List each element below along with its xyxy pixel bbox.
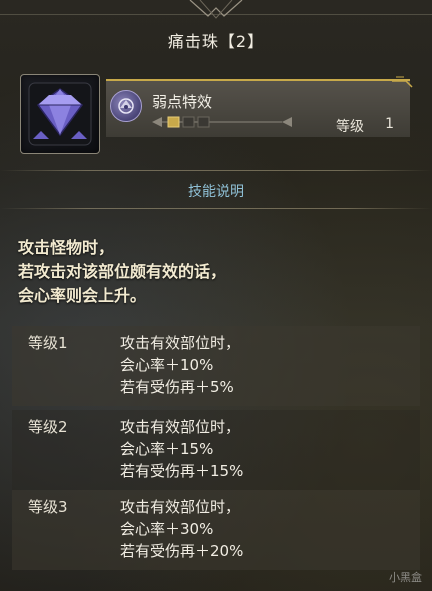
watermark: 小黑盒 — [389, 571, 422, 584]
level-effect-line: 攻击有效部位时， — [120, 498, 241, 516]
level-effect: 攻击有效部位时， 会心率＋10% 若有受伤再＋5% — [120, 332, 240, 398]
level-effect-line: 若有受伤再＋5% — [120, 378, 234, 396]
description-line: 攻击怪物时， — [18, 238, 115, 257]
bar-corner-deco-icon — [392, 76, 413, 88]
level-effect-line: 会心率＋10% — [120, 356, 214, 374]
divider — [0, 208, 432, 209]
skill-entry[interactable]: 弱点特效 等级 1 — [106, 76, 413, 137]
decoration-item-slot — [20, 74, 100, 154]
level-row-1: 等级1 攻击有效部位时， 会心率＋10% 若有受伤再＋5% — [12, 326, 420, 406]
skill-description: 攻击怪物时， 若攻击对该部位颇有效的话， 会心率则会上升。 — [18, 236, 418, 308]
description-line: 会心率则会上升。 — [18, 286, 147, 305]
level-name: 等级2 — [28, 418, 68, 436]
skill-level-value: 1 — [385, 116, 394, 132]
page-title: 痛击珠【2】 — [167, 32, 265, 51]
ornament-icon — [189, 0, 243, 19]
level-effect-line: 若有受伤再＋15% — [120, 462, 244, 480]
level-row-2: 等级2 攻击有效部位时， 会心率＋15% 若有受伤再＋15% — [12, 410, 420, 490]
section-title: 技能说明 — [188, 184, 244, 200]
level-row-3: 等级3 攻击有效部位时， 会心率＋30% 若有受伤再＋20% — [12, 490, 420, 570]
level-name: 等级1 — [28, 334, 68, 352]
skill-level-gauge — [152, 116, 292, 128]
skill-level-label: 等级 — [336, 119, 364, 135]
jewel-icon — [28, 82, 92, 146]
level-name: 等级3 — [28, 498, 68, 516]
skill-name: 弱点特效 — [152, 93, 213, 111]
divider — [0, 170, 432, 171]
level-effect: 攻击有效部位时， 会心率＋30% 若有受伤再＋20% — [120, 496, 243, 562]
level-effect-line: 攻击有效部位时， — [120, 418, 241, 436]
skill-icon — [110, 90, 142, 122]
level-effect-line: 会心率＋30% — [120, 520, 214, 538]
level-pip — [167, 116, 180, 128]
decoration-detail-panel: 痛击珠【2】 弱点特效 等级 1 技能说明 攻击怪物时， 若攻击对该部位颇有效的… — [0, 0, 432, 591]
level-effect: 攻击有效部位时， 会心率＋15% 若有受伤再＋15% — [120, 416, 243, 482]
description-line: 若攻击对该部位颇有效的话， — [18, 262, 227, 281]
level-effect-line: 会心率＋15% — [120, 440, 214, 458]
level-pip — [197, 116, 210, 128]
level-pip — [182, 116, 195, 128]
level-effect-line: 若有受伤再＋20% — [120, 542, 244, 560]
level-effect-line: 攻击有效部位时， — [120, 334, 241, 352]
weakness-exploit-icon — [118, 98, 134, 114]
